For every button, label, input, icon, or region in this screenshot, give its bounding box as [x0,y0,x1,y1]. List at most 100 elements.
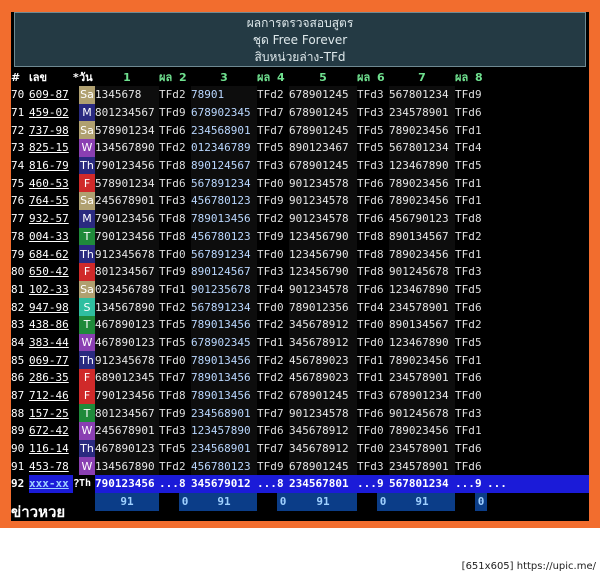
draw-number-link[interactable]: 116-14 [29,440,73,458]
row-spacer [487,387,589,405]
draw-number-link[interactable]: 825-15 [29,139,73,157]
table-row: 91 453-78 W 134567890 TFd 2 456780123 TFd 9 67890… [11,457,589,476]
draw-number-link[interactable]: 459-02 [29,104,73,122]
set-1-result: 6 [179,123,186,137]
set-3-result: 6 [377,282,384,296]
set-4-result: 1 [475,353,482,367]
set-2-digits: 789013456 [191,386,257,405]
set-1-result: 8 [179,389,186,403]
set-1-result: 8 [179,159,186,173]
pending-day: Th [79,475,95,493]
tfd-label: TFd [455,282,475,296]
draw-number-link[interactable]: 684-62 [29,245,73,263]
set-4-result: 8 [475,212,482,226]
draw-number-link[interactable]: 650-42 [29,263,73,281]
table-row: 78 004-33 T 790123456 TFd 8 456780123 TFd 9 12345… [11,227,589,246]
set-3-digits: 123456790 [289,227,357,246]
row-number: 87 [11,389,25,403]
pending-number[interactable]: xxx-xx [29,475,73,493]
row-number: 86 [11,371,25,385]
draw-number-link[interactable]: 737-98 [29,121,73,139]
tfd-label: TFd [357,389,377,403]
row-number: 79 [11,247,25,261]
draw-number-link[interactable]: 157-25 [29,404,73,422]
day-badge: W [79,457,95,476]
set-3-result: 0 [377,442,384,456]
set-1-result: 5 [179,335,186,349]
set-1-digits: 578901234 [95,174,159,193]
set-4-digits: 901245678 [389,262,455,281]
tfd-label: TFd [159,335,179,349]
set-1-result: 2 [179,141,186,155]
draw-number-link[interactable]: 069-77 [29,351,73,369]
draw-number-link[interactable]: 102-33 [29,281,73,299]
row-number: 82 [11,300,25,314]
draw-number-link[interactable]: 460-53 [29,174,73,192]
tfd-label: TFd [159,318,179,332]
tfd-label: TFd [455,88,475,102]
summary-zero-4: 0 [475,492,487,511]
tfd-label: TFd [455,159,475,173]
tfd-label: TFd [257,123,277,137]
tfd-label: TFd [257,229,277,243]
set-2-digits: 789013456 [191,369,257,387]
tfd-label: TFd [159,159,179,173]
set-4-digits: 678901234 [389,386,455,405]
draw-number-link[interactable]: 816-79 [29,157,73,175]
draw-number-link[interactable]: 932-57 [29,210,73,228]
draw-number-link[interactable]: 453-78 [29,457,73,475]
set-4-digits: 234578901 [389,457,455,476]
tfd-label: TFd [257,424,277,438]
tfd-label: TFd [357,424,377,438]
draw-number-link[interactable]: 004-33 [29,228,73,246]
draw-number-link[interactable]: 764-55 [29,192,73,210]
row-number: 83 [11,318,25,332]
draw-number-link[interactable]: 383-44 [29,334,73,352]
set-3-result: 4 [377,300,384,314]
day-badge: F [79,369,95,387]
pending-result-2: 8 [277,475,289,493]
draw-number-link[interactable]: 286-35 [29,369,73,387]
set-3-result: 3 [377,389,384,403]
set-4-result: 2 [475,229,482,243]
draw-number-link[interactable]: 712-46 [29,387,73,405]
set-1-digits: 801234567 [95,103,159,122]
set-4-digits: 234578901 [389,369,455,387]
set-4-digits: 789023456 [389,351,455,369]
set-4-digits: 456790123 [389,209,455,228]
set-2-digits: 789013456 [191,209,257,228]
set-1-digits: 689012345 [95,369,159,387]
draw-number-link[interactable]: 947-98 [29,298,73,316]
tfd-label: TFd [257,300,277,314]
tfd-label: TFd [159,194,179,208]
table-row: 88 157-25 T 801234567 TFd 9 234568901 TFd 7 90123… [11,404,589,423]
row-spacer [487,281,589,299]
tfd-label: TFd [159,247,179,261]
tfd-label: TFd [357,371,377,385]
pending-set-4: 567801234 [389,475,455,493]
row-spacer [487,440,589,458]
set-3-digits: 345678912 [289,315,357,334]
tfd-label: TFd [159,176,179,190]
tfd-label: TFd [357,176,377,190]
row-number: 90 [11,442,25,456]
set-1-result: 9 [179,265,186,279]
summary-count-4: 91 [389,492,455,511]
tfd-label: TFd [455,212,475,226]
row-spacer [487,157,589,175]
row-spacer [487,263,589,281]
draw-number-link[interactable]: 438-86 [29,316,73,334]
row-spacer [487,121,589,139]
summary-blank [257,492,277,511]
draw-number-link[interactable]: 672-42 [29,422,73,440]
table-row: 86 286-35 F 689012345 TFd 7 789013456 TFd 2 45678… [11,369,589,387]
set-3-digits: 345678912 [289,333,357,352]
set-1-digits: 912345678 [95,245,159,263]
set-3-digits: 345678912 [289,422,357,440]
set-4-result: 9 [475,88,482,102]
tfd-label: TFd [455,371,475,385]
set-4-digits: 123467890 [389,280,455,299]
set-2-result: 2 [277,318,284,332]
day-badge: T [79,315,95,334]
draw-number-link[interactable]: 609-87 [29,86,73,104]
